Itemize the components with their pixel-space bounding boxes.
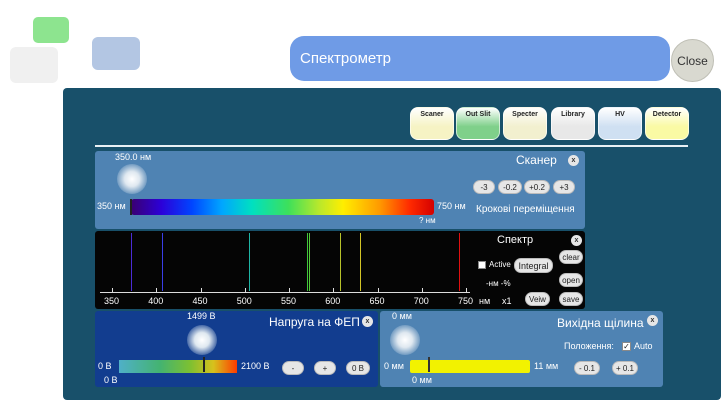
slit-title: Вихідна щілина [557, 316, 644, 330]
spectrum-tick-label: 750 [458, 296, 474, 306]
auto-checkbox[interactable]: ✓ [622, 342, 631, 351]
module-button-library[interactable]: Library [551, 107, 595, 140]
voltage-plus-button[interactable]: + [314, 361, 336, 375]
active-checkbox[interactable] [478, 261, 486, 269]
spectrum-tick-label: 650 [369, 296, 385, 306]
step-minus-3-button[interactable]: -3 [473, 180, 495, 194]
spectrum-tick-mark [244, 288, 246, 292]
spectrum-tick-mark [156, 288, 158, 292]
voltage-slider-handle[interactable] [203, 357, 206, 372]
spectrum-tick-mark [333, 288, 335, 292]
spectrum-tick-mark [466, 288, 467, 292]
scanner-close-icon[interactable]: x [568, 155, 579, 166]
spectrum-title: Спектр [497, 234, 534, 246]
spectrum-axis [100, 292, 470, 293]
spectral-line [306, 233, 308, 291]
spectral-line [131, 233, 133, 291]
view-button[interactable]: Veiw [525, 292, 550, 306]
scanner-spectrum-slider[interactable] [131, 199, 434, 215]
slit-auto-label: Auto [634, 341, 653, 351]
module-button-scaner[interactable]: Scaner [410, 107, 454, 140]
slit-knob[interactable] [390, 325, 420, 355]
spectrum-zoom: x1 [502, 296, 512, 306]
spectrum-tick-label: 550 [281, 296, 297, 306]
spectral-line [458, 233, 460, 291]
toolbar-divider [95, 145, 688, 147]
spectrum-tick-label: 600 [325, 296, 341, 306]
gray-tile [10, 47, 58, 83]
voltage-slider[interactable] [119, 360, 237, 373]
spectrum-tick-label: 350 [104, 296, 120, 306]
module-button-hv[interactable]: HV [598, 107, 642, 140]
window-title-bar: Спектрометр [290, 36, 670, 81]
voltage-value-bottom: 0 В [104, 375, 118, 385]
scanner-title: Сканер [516, 153, 557, 167]
window-title: Спектрометр [300, 50, 391, 67]
step-minus-0-2-button[interactable]: -0.2 [498, 180, 522, 194]
voltage-zero-button[interactable]: 0 В [346, 361, 370, 375]
open-button[interactable]: open [559, 273, 583, 287]
voltage-close-icon[interactable]: x [362, 316, 373, 327]
spectrum-tick-mark [421, 288, 423, 292]
spectral-line [359, 233, 361, 291]
save-button[interactable]: save [559, 292, 583, 306]
spectrum-tick-mark [289, 288, 290, 292]
voltage-minus-button[interactable]: - [282, 361, 304, 375]
slit-close-icon[interactable]: x [647, 315, 658, 326]
module-button-detector[interactable]: Detector [645, 107, 689, 140]
clear-button[interactable]: clear [559, 250, 583, 264]
green-indicator [33, 17, 69, 43]
spectral-line [309, 233, 311, 291]
voltage-max: 2100 В [241, 361, 270, 371]
spectral-line [161, 233, 163, 291]
active-label: Active [489, 260, 511, 269]
spectrum-tick-label: 400 [148, 296, 164, 306]
slit-position-label: Положення: [564, 341, 614, 351]
spectrum-tick-label: 700 [413, 296, 429, 306]
spectrum-tick-label: 500 [236, 296, 252, 306]
spectrum-close-icon[interactable]: x [571, 235, 582, 246]
spectrum-tick-mark [112, 288, 113, 292]
spectrum-tick-mark [200, 288, 202, 292]
spectrum-unit: нм [479, 296, 491, 306]
slit-minus-button[interactable]: - 0.1 [574, 361, 600, 375]
module-button-out-slit[interactable]: Out Slit [456, 107, 500, 140]
scanner-current-wavelength: 350.0 нм [115, 152, 152, 162]
integral-button[interactable]: Integral [514, 258, 553, 273]
scanner-range-max: 750 нм [437, 201, 466, 211]
scanner-slider-handle[interactable] [130, 199, 132, 215]
voltage-min: 0 В [98, 361, 112, 371]
step-plus-0-2-button[interactable]: +0.2 [524, 180, 550, 194]
module-button-specter[interactable]: Specter [503, 107, 547, 140]
spectrum-readout: -нм -% [486, 279, 511, 288]
spectrum-tick-mark [377, 288, 379, 292]
step-plus-3-button[interactable]: +3 [553, 180, 575, 194]
slit-plus-button[interactable]: + 0.1 [612, 361, 638, 375]
slit-value-bottom: 0 мм [412, 375, 432, 385]
slit-current: 0 мм [392, 311, 412, 321]
slit-slider-handle[interactable] [428, 357, 430, 372]
spectral-line [340, 233, 342, 291]
scanner-marker-readout: ? нм [419, 216, 436, 225]
scanner-range-min: 350 нм [97, 201, 126, 211]
blue-tile [92, 37, 140, 70]
scanner-knob[interactable] [117, 164, 147, 194]
close-button[interactable]: Close [671, 39, 714, 82]
voltage-title: Напруга на ФЕП [269, 315, 360, 329]
voltage-current: 1499 В [187, 311, 216, 321]
step-label: Крокові переміщення [476, 204, 575, 215]
slit-min: 0 мм [384, 361, 404, 371]
spectrum-tick-label: 450 [192, 296, 208, 306]
voltage-knob[interactable] [187, 325, 217, 355]
spectral-line [249, 233, 251, 291]
slit-max: 11 мм [534, 361, 559, 371]
